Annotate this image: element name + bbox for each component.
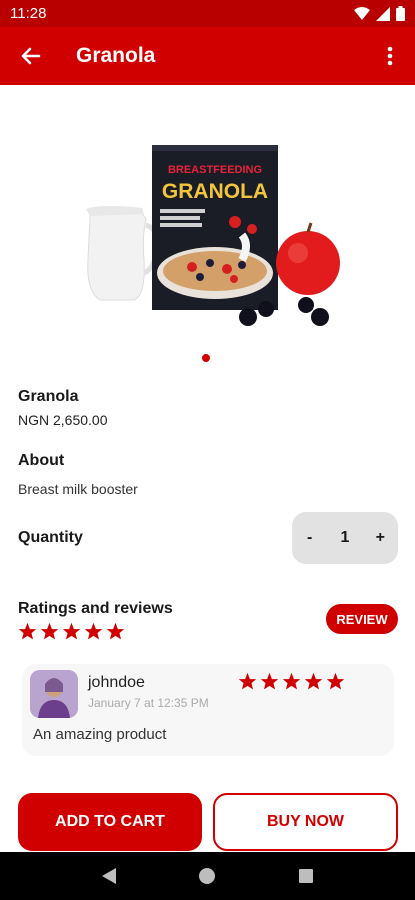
review-text: An amazing product [33, 726, 167, 743]
back-triangle-icon[interactable] [101, 867, 117, 885]
review-card: johndoe January 7 at 12:35 PM An amazing… [22, 664, 394, 756]
about-text: Breast milk booster [18, 481, 138, 497]
wifi-icon [354, 6, 370, 20]
more-options-button[interactable] [365, 27, 415, 85]
quantity-value: 1 [340, 529, 350, 546]
star-icon [62, 622, 81, 640]
status-bar: 11:28 [0, 0, 415, 27]
review-button[interactable]: REVIEW [326, 604, 398, 634]
quantity-stepper: - 1 + [292, 512, 398, 564]
status-time: 11:28 [10, 5, 47, 22]
status-icons [354, 6, 405, 21]
about-heading: About [18, 452, 65, 469]
arrow-left-icon [21, 47, 41, 65]
page-title: Granola [76, 44, 156, 67]
back-button[interactable] [0, 27, 62, 85]
app-bar: Granola [0, 27, 415, 85]
system-nav-bar [0, 852, 415, 900]
carousel-indicator [202, 354, 210, 362]
star-icon [282, 672, 301, 690]
star-icon [40, 622, 59, 640]
star-icon [18, 622, 37, 640]
product-image[interactable]: BREASTFEEDING GRANOLA [72, 95, 344, 340]
reviewer-name: johndoe [88, 674, 145, 691]
star-icon [84, 622, 103, 640]
recents-square-icon[interactable] [298, 868, 314, 884]
star-icon [304, 672, 323, 690]
battery-icon [396, 6, 405, 21]
star-icon [260, 672, 279, 690]
star-icon [238, 672, 257, 690]
box-label-main: GRANOLA [162, 180, 268, 203]
signal-icon [376, 6, 390, 21]
product-name: Granola [18, 388, 79, 405]
review-date: January 7 at 12:35 PM [88, 696, 209, 710]
review-stars [238, 672, 345, 691]
buy-now-button[interactable]: BUY NOW [213, 793, 398, 851]
rating-stars [18, 622, 125, 641]
home-circle-icon[interactable] [198, 867, 216, 885]
more-vertical-icon [387, 46, 393, 66]
star-icon [326, 672, 345, 690]
box-label-top: BREASTFEEDING [168, 164, 262, 176]
quantity-label: Quantity [18, 529, 83, 546]
star-icon [106, 622, 125, 640]
increment-button[interactable]: + [368, 529, 392, 547]
avatar [30, 670, 78, 718]
decrement-button[interactable]: - [298, 529, 322, 547]
ratings-heading: Ratings and reviews [18, 600, 173, 617]
add-to-cart-button[interactable]: ADD TO CART [18, 793, 202, 851]
product-price: NGN 2,650.00 [18, 412, 108, 428]
